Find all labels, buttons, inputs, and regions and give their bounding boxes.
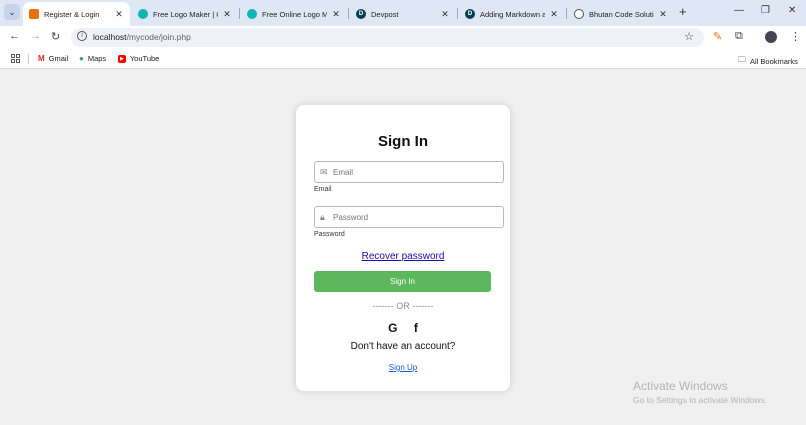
google-icon[interactable]: G [388,321,397,335]
signin-title: Sign In [378,133,428,150]
youtube-icon: ▶ [118,54,126,63]
page-content: Sign In ✉ Email 🔒︎ Password Recover pass… [0,70,806,425]
tab-separator [457,8,458,19]
facebook-icon[interactable]: f [414,321,418,335]
tab-online-logo-maker[interactable]: Free Online Logo Ma ✕ [241,2,347,26]
menu-dots-icon[interactable]: ⋮ [790,30,801,43]
extensions-puzzle-icon[interactable]: ⧉ [735,30,743,43]
tab-title: Adding Markdown an [480,9,545,19]
extension-pen-icon[interactable]: ✎ [713,30,722,43]
restore-window-icon[interactable]: ❐ [761,5,770,16]
close-tab-icon[interactable]: ✕ [114,9,124,20]
close-tab-icon[interactable]: ✕ [440,9,450,20]
close-tab-icon[interactable]: ✕ [549,9,559,20]
tab-title: Free Online Logo Ma [262,9,327,19]
all-bookmarks[interactable]: 🗀 All Bookmarks [738,54,798,68]
tab-bhutan-code[interactable]: Bhutan Code Solution ✕ [568,2,674,26]
signin-button[interactable]: Sign In [314,271,491,292]
tab-title: Devpost [371,9,399,19]
tab-logo-maker[interactable]: Free Logo Maker | Cre ✕ [132,2,238,26]
email-field[interactable]: ✉ [314,161,504,183]
tab-separator [239,8,240,19]
bookmark-maps[interactable]: ● Maps [79,54,106,63]
new-tab-button[interactable]: + [679,4,687,19]
tab-title: Free Logo Maker | Cre [153,9,218,19]
tab-separator [566,8,567,19]
close-window-icon[interactable]: ✕ [788,5,796,16]
login-favicon-icon [29,9,39,19]
bookmark-label: Maps [87,54,107,63]
activate-windows-watermark: Activate Windows Go to Settings to activ… [633,379,767,405]
apps-grid-icon[interactable] [11,54,20,63]
bookmarks-bar: M Gmail ● Maps ▶ YouTube 🗀 All Bookmarks [0,49,806,69]
tab-strip: ⌄ Register & Login ✕ Free Logo Maker | C… [0,0,806,26]
tab-title: Register & Login [44,9,100,19]
back-arrow-icon[interactable]: ← [9,30,20,42]
all-bookmarks-label: All Bookmarks [750,56,798,66]
signup-link[interactable]: Sign Up [296,363,510,372]
browser-toolbar: ← → ↻ i localhost/mycode/join.php ☆ ✎ ⧉ … [0,26,806,49]
password-input[interactable] [333,210,498,225]
logo-maker-favicon-icon [138,9,148,19]
social-login: G f [296,319,510,337]
bookmark-gmail[interactable]: M Gmail [38,54,68,63]
close-tab-icon[interactable]: ✕ [222,9,232,20]
watermark-line2: Go to Settings to activate Windows. [633,395,768,405]
email-input[interactable] [333,165,498,180]
no-account-text: Don't have an account? [350,341,456,352]
devpost-favicon-icon: D [465,9,475,19]
tab-title: Bhutan Code Solution [589,9,654,19]
minimize-window-icon[interactable]: — [734,5,744,16]
tab-search-button[interactable]: ⌄ [4,4,20,20]
bookmarks-divider [28,54,29,64]
watermark-line1: Activate Windows [633,379,728,393]
recover-password-link[interactable]: Recover password [296,251,510,262]
lock-icon: 🔒︎ [320,212,325,222]
bookmark-label: Gmail [48,54,69,63]
devpost-favicon-icon: D [356,9,366,19]
tab-separator [348,8,349,19]
reload-icon[interactable]: ↻ [51,30,60,43]
maps-icon: ● [79,54,84,63]
site-info-icon[interactable]: i [77,31,87,41]
forward-arrow-icon[interactable]: → [30,30,41,42]
profile-avatar[interactable] [765,31,777,43]
url-host: localhost [93,32,127,42]
tab-register-login[interactable]: Register & Login ✕ [23,2,130,26]
bookmark-label: YouTube [129,54,160,63]
close-tab-icon[interactable]: ✕ [658,9,668,20]
signin-card: Sign In ✉ Email 🔒︎ Password Recover pass… [296,105,510,391]
address-bar[interactable]: i localhost/mycode/join.php ☆ [71,28,704,47]
tab-adding-markdown[interactable]: D Adding Markdown an ✕ [459,2,565,26]
password-label: Password [314,231,345,238]
password-field[interactable]: 🔒︎ [314,206,504,228]
email-label: Email [314,186,332,193]
or-divider: ------- OR ------- [372,301,434,311]
envelope-icon: ✉ [320,167,328,177]
bookmark-star-icon[interactable]: ☆ [684,30,694,43]
logo-maker-favicon-icon [247,9,257,19]
gmail-icon: M [38,54,45,63]
url-path: /mycode/join.php [126,32,191,42]
bookmark-youtube[interactable]: ▶ YouTube [118,54,159,63]
tab-devpost[interactable]: D Devpost ✕ [350,2,456,26]
url-text[interactable]: localhost/mycode/join.php [93,32,191,42]
folder-icon: 🗀 [738,55,746,64]
close-tab-icon[interactable]: ✕ [331,9,341,20]
globe-icon [574,9,584,19]
